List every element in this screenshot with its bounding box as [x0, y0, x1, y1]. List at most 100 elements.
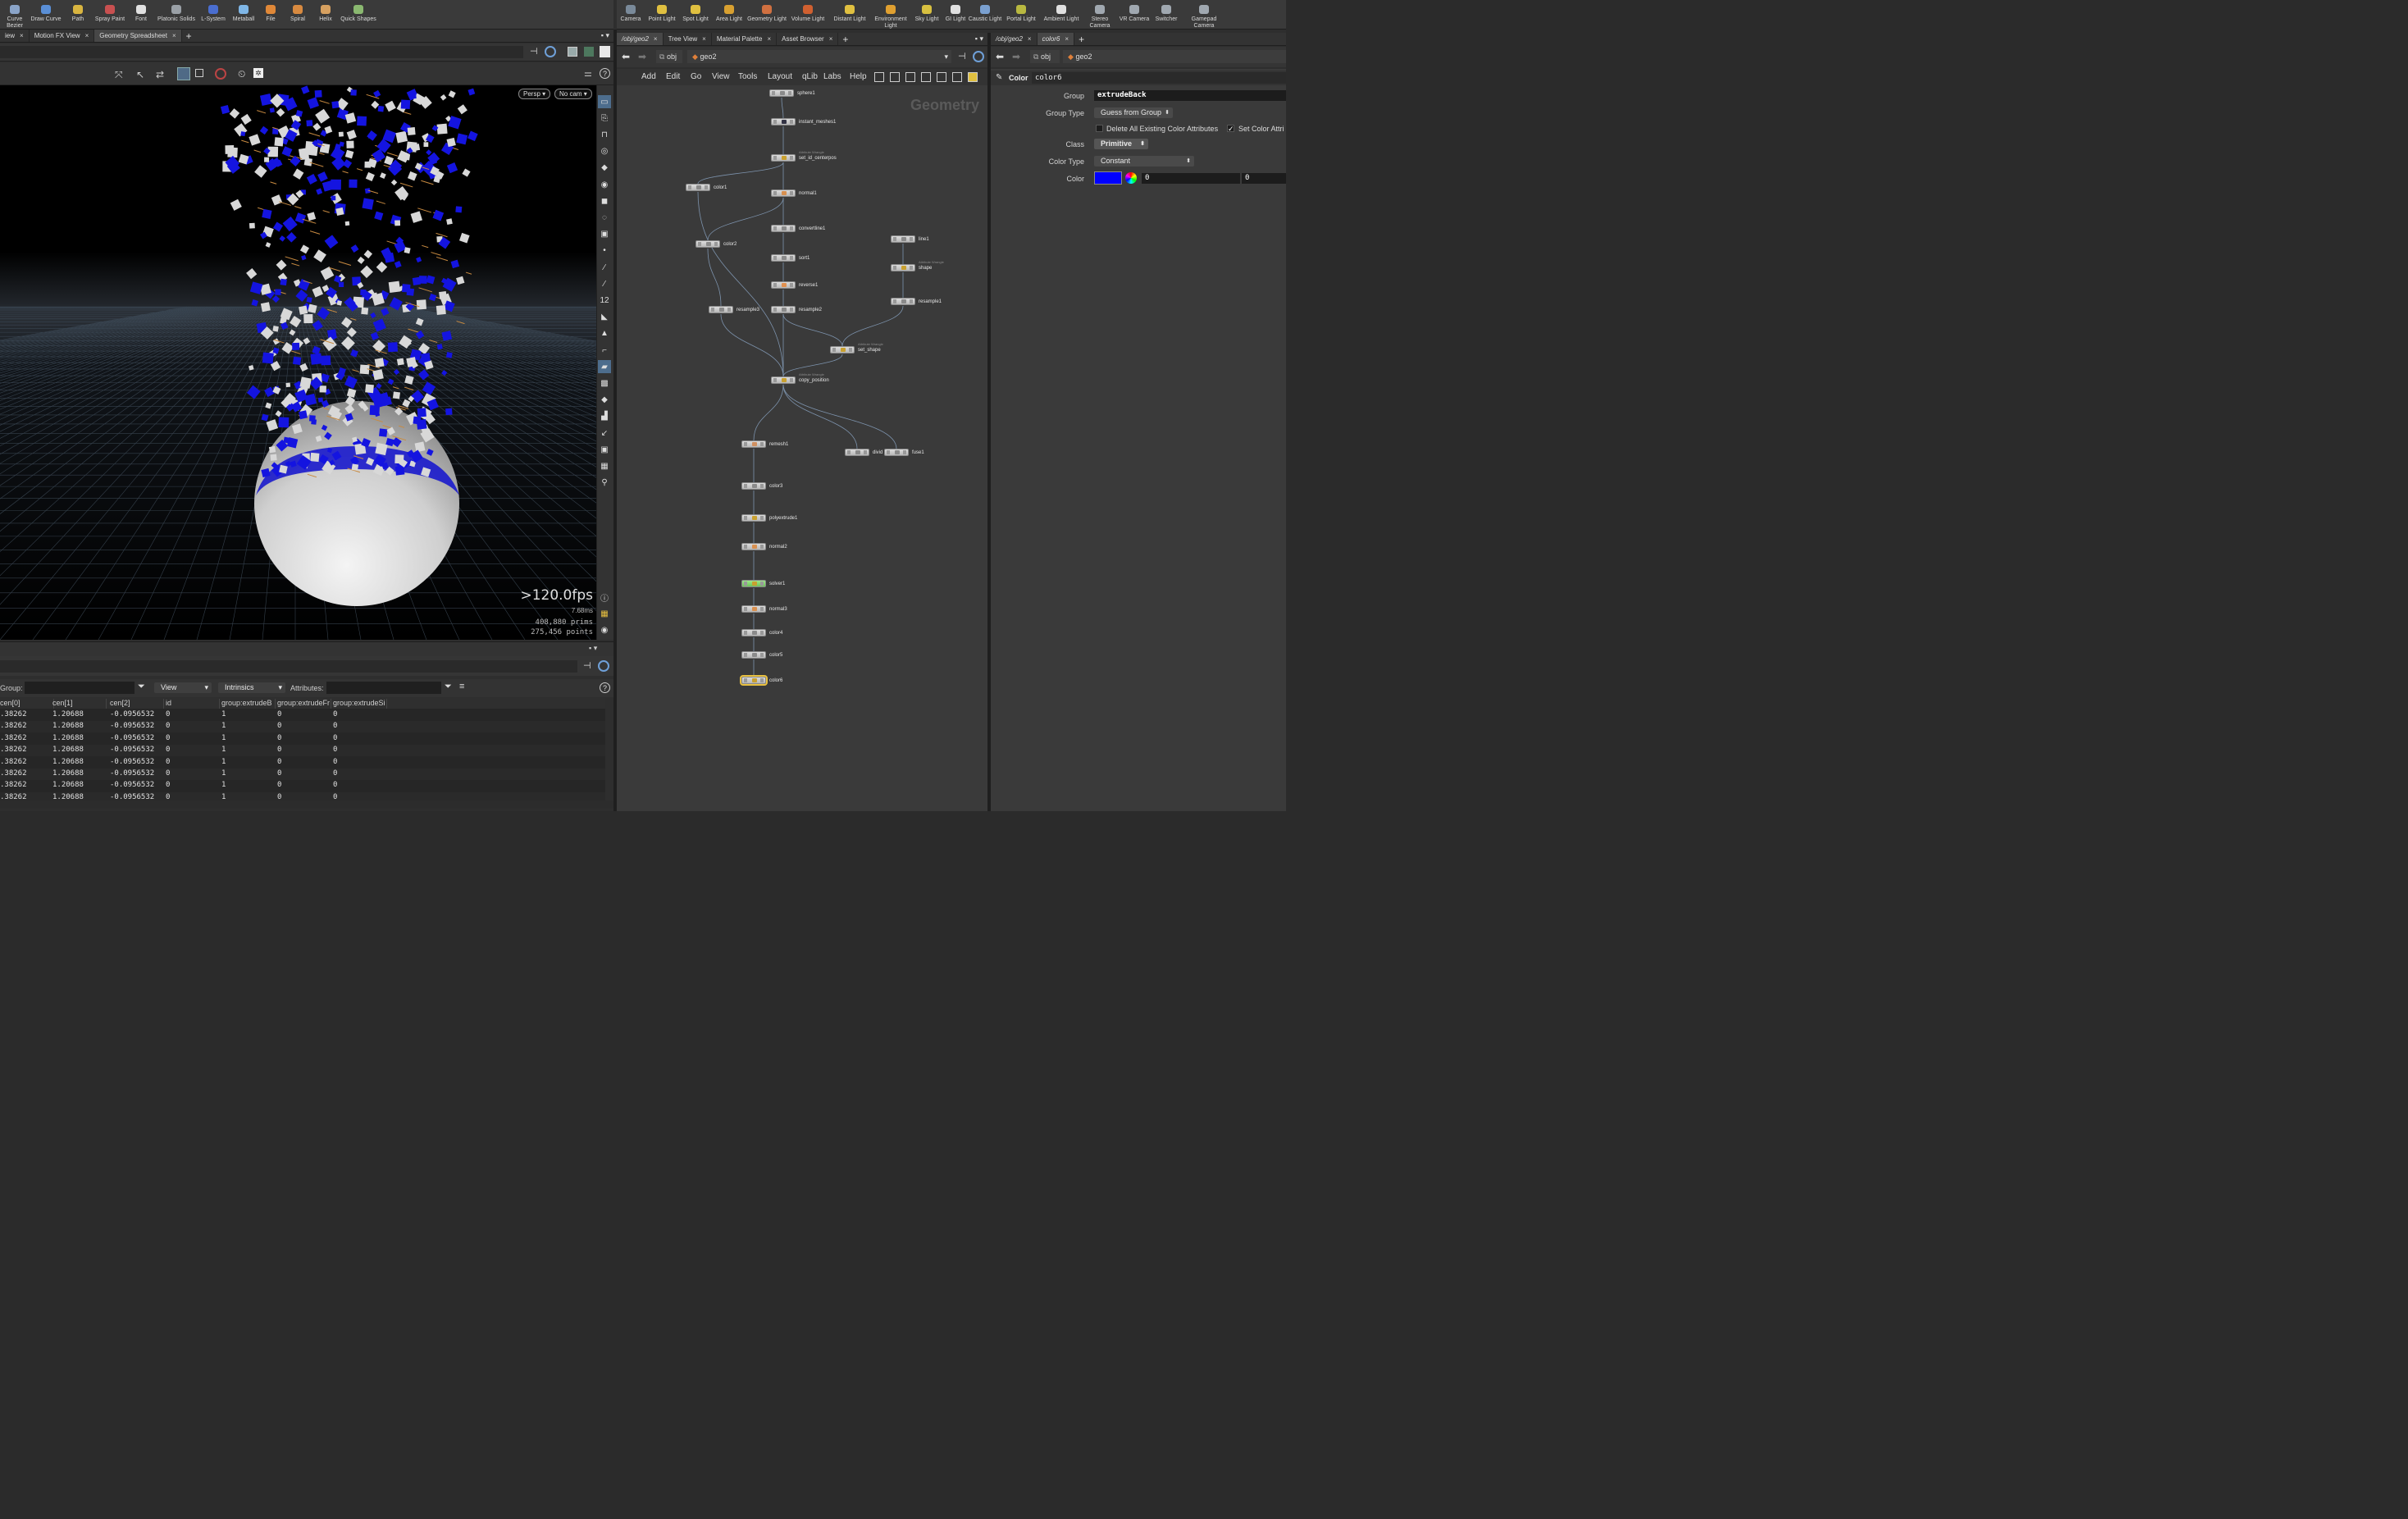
menu-labs[interactable]: Labs — [823, 72, 841, 81]
forward-arrow-icon[interactable]: ➡ — [1012, 51, 1020, 62]
list-icon[interactable]: ≡ — [459, 682, 464, 691]
flag-icon[interactable]: ◆ — [598, 162, 611, 175]
back-arrow-icon[interactable]: ⬅ — [996, 51, 1004, 62]
link-icon[interactable] — [598, 660, 609, 672]
tab-geometry-spreadsheet[interactable]: Geometry Spreadsheet × — [94, 30, 182, 42]
layout-icon[interactable] — [937, 72, 946, 82]
close-icon[interactable]: × — [654, 35, 658, 43]
path-crumb-geo[interactable]: ◆ geo2 ▾ — [687, 50, 951, 63]
pin-icon[interactable]: ⊣ — [958, 51, 966, 62]
camera-menu[interactable]: No cam ▾ — [554, 89, 592, 99]
node-color5[interactable]: color5 — [741, 651, 782, 659]
shelf-tool-metaball[interactable]: Metaball — [230, 0, 258, 30]
pin-icon[interactable]: ⊣ — [530, 46, 541, 57]
sculpt-icon[interactable]: ▲ — [598, 327, 611, 340]
path-field[interactable] — [0, 46, 523, 58]
filter-icon[interactable]: ⏷ — [138, 682, 145, 692]
class-dropdown[interactable]: Primitive ⬍ — [1094, 139, 1148, 149]
node-sphere1[interactable]: sphere1 — [769, 89, 815, 97]
link-icon[interactable] — [545, 46, 556, 57]
help-icon[interactable]: ? — [600, 682, 610, 693]
menu-edit[interactable]: Edit — [666, 72, 680, 81]
view-tool-icon[interactable]: ▭ — [598, 95, 611, 108]
pin-icon[interactable]: ⊣ — [583, 660, 591, 671]
node-color2[interactable]: color2 — [695, 240, 737, 248]
spreadsheet-path-field[interactable] — [0, 660, 577, 673]
node-polyextrude1[interactable]: polyextrude1 — [741, 514, 797, 522]
node-color3[interactable]: color3 — [741, 482, 782, 490]
table-row[interactable] — [0, 745, 605, 757]
snap-icon[interactable]: ⤧ — [115, 69, 123, 81]
tab-tree-view[interactable]: Tree View × — [664, 33, 712, 45]
network-editor[interactable]: Geometry sphere1 instant_meshes1 set_id_ce… — [617, 85, 987, 811]
grid-snap-icon[interactable] — [177, 67, 190, 80]
maximize-icon[interactable]: ▪ ▾ — [597, 30, 613, 42]
node-normal1[interactable]: normal1 — [771, 189, 817, 197]
node-color6[interactable]: color6 — [737, 664, 782, 696]
menu-layout[interactable]: Layout — [768, 72, 792, 81]
node-remesh1[interactable]: remesh1 — [741, 440, 788, 448]
light-icon[interactable]: ◎ — [598, 145, 611, 158]
blank-icon[interactable] — [600, 46, 610, 57]
lock-icon[interactable]: ⊓ — [598, 128, 611, 141]
handle-icon[interactable]: ↙ — [598, 427, 611, 440]
list-icon[interactable] — [905, 72, 915, 82]
shelf-tool-switcher[interactable]: Switcher — [1152, 0, 1181, 30]
camera2-icon[interactable]: ▣ — [598, 228, 611, 241]
group-field[interactable]: extrudeBack — [1094, 90, 1286, 101]
close-icon[interactable]: × — [702, 35, 706, 43]
node-instant_meshes1[interactable]: instant_meshes1 — [771, 118, 836, 125]
shelf-tool-platonic[interactable]: Platonic Solids — [156, 0, 197, 30]
display-icon[interactable] — [584, 47, 594, 57]
color-wheel-icon[interactable] — [1125, 172, 1137, 184]
tab-network-geo2[interactable]: /obj/geo2 × — [617, 33, 664, 45]
close-icon[interactable]: × — [85, 32, 89, 39]
path-crumb-geo[interactable]: ◆ geo2 — [1063, 50, 1286, 63]
dot-icon[interactable]: • — [598, 244, 611, 258]
table-icon[interactable] — [952, 72, 962, 82]
maximize-icon[interactable]: ▪ ▾ — [971, 33, 987, 45]
grid-icon[interactable] — [921, 72, 931, 82]
column-header[interactable]: group:extrudeSi — [333, 699, 387, 709]
menu-qlib[interactable]: qLib — [802, 72, 818, 81]
column-header[interactable]: cen[1] — [52, 699, 107, 709]
node-set_id_centerpos[interactable]: set_id_centerpos Attribute Wrangle — [771, 150, 837, 162]
shelf-tool-path[interactable]: Path — [62, 0, 93, 30]
bulb-icon[interactable]: ◉ — [598, 178, 611, 191]
spreadsheet-hscroll[interactable] — [0, 801, 613, 809]
stop-icon[interactable] — [215, 68, 226, 80]
tab-motion-fx-view[interactable]: Motion FX View × — [30, 30, 95, 42]
menu-go[interactable]: Go — [691, 72, 701, 81]
curve-icon[interactable]: ⌐ — [598, 344, 611, 357]
pencil-icon[interactable]: ∕ — [598, 261, 611, 274]
column-header[interactable]: group:extrudeB — [221, 699, 276, 709]
shelf-tool-geometry-light[interactable]: Geometry Light — [746, 0, 787, 30]
node-copy_position[interactable]: copy_position Attribute Wrangle — [771, 372, 829, 384]
back-arrow-icon[interactable]: ⬅ — [622, 51, 630, 62]
node-solver1[interactable]: solver1 — [741, 580, 785, 587]
menu-add[interactable]: Add — [641, 72, 656, 81]
intrinsics-dropdown[interactable]: Intrinsics ▾ — [218, 682, 285, 693]
menu-view[interactable]: View — [712, 72, 730, 81]
shelf-tool-font[interactable]: Font — [126, 0, 156, 30]
shelf-tool-curve-bezier[interactable]: Curve Bezier — [0, 0, 30, 30]
shelf-tool-spiral[interactable]: Spiral — [284, 0, 312, 30]
options-icon[interactable]: ⚌ — [584, 68, 592, 79]
menu-help[interactable]: Help — [850, 72, 867, 81]
shelf-tool-vr-camera[interactable]: VR Camera — [1117, 0, 1152, 30]
shelf-tool-volume-light[interactable]: Volume Light — [787, 0, 828, 30]
grid-icon[interactable]: ▦ — [598, 607, 611, 620]
table-row[interactable] — [0, 732, 605, 745]
attributes-field[interactable] — [326, 682, 441, 694]
color-type-dropdown[interactable]: Constant ⬍ — [1094, 156, 1194, 166]
shelf-tool-point-light[interactable]: Point Light — [645, 0, 679, 30]
column-header[interactable]: cen[0] — [0, 699, 54, 709]
close-icon[interactable]: × — [767, 35, 771, 43]
transform-icon[interactable]: ⇄ — [156, 69, 164, 80]
tab-asset-browser[interactable]: Asset Browser × — [777, 33, 839, 45]
path-crumb-obj[interactable]: ⧉ obj — [1030, 50, 1060, 63]
persp-menu[interactable]: Persp ▾ — [518, 89, 551, 99]
table-row[interactable] — [0, 769, 605, 780]
maximize-icon[interactable]: ▪ ▾ — [589, 644, 597, 653]
shelf-tool-draw-curve[interactable]: Draw Curve — [30, 0, 62, 30]
